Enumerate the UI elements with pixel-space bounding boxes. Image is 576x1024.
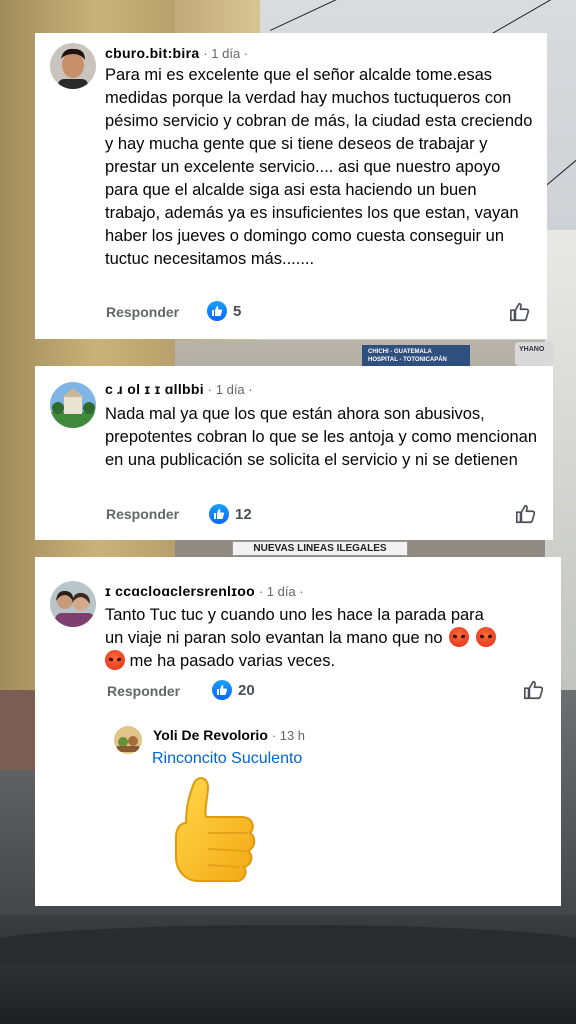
like-badge-icon — [207, 301, 227, 321]
avatar[interactable] — [50, 382, 96, 428]
comment-author[interactable]: ᴄburo.bit:bira — [105, 45, 199, 61]
reply-button[interactable]: Responder — [107, 683, 180, 699]
like-badge-icon — [209, 504, 229, 524]
comment-card: ᴄ ɹ ol ɪ ɪ ɑllbbi · 1 día · Nada mal ya … — [35, 366, 553, 540]
comment-text: Para mi es excelente que el señor alcald… — [105, 66, 533, 268]
reply-button[interactable]: Responder — [106, 506, 179, 522]
comment-time[interactable]: 1 día — [211, 46, 240, 61]
reply-author[interactable]: Yoli De Revolorio — [153, 727, 268, 743]
mention-link[interactable]: Rinconcito Suculento — [152, 750, 302, 768]
angry-emoji-icon — [449, 627, 470, 647]
avatar[interactable] — [50, 43, 96, 89]
reply-button[interactable]: Responder — [106, 304, 179, 320]
like-count[interactable]: 5 — [207, 301, 241, 321]
comment-author[interactable]: ɪ ccɑcloɑclersrenlɪoo — [105, 583, 255, 599]
shop-sign: YHANO — [515, 342, 553, 366]
avatar[interactable] — [50, 581, 96, 627]
like-count[interactable]: 20 — [212, 680, 255, 700]
comment-text: Tanto Tuc tuc y cuando uno les hace la p… — [105, 604, 555, 673]
reply-time[interactable]: 13 h — [280, 728, 305, 743]
like-outline-icon[interactable] — [509, 301, 531, 323]
like-outline-icon[interactable] — [523, 679, 545, 701]
thumbs-up-sticker-icon — [175, 777, 256, 882]
like-outline-icon[interactable] — [515, 503, 537, 525]
reply-avatar[interactable] — [114, 726, 142, 754]
angry-emoji-icon — [475, 627, 496, 647]
like-count[interactable]: 12 — [209, 504, 252, 524]
like-badge-icon — [212, 680, 232, 700]
street-sign: CHICHI - GUATEMALA HOSPITAL - TOTONICAPÁ… — [362, 345, 470, 367]
angry-emoji-icon — [105, 650, 125, 670]
comment-time[interactable]: 1 día — [267, 584, 296, 599]
comment-card: ɪ ccɑcloɑclersrenlɪoo · 1 día · Tanto Tu… — [35, 557, 561, 906]
comment-author[interactable]: ᴄ ɹ ol ɪ ɪ ɑllbbi — [105, 381, 204, 397]
comment-text: Nada mal ya que los que están ahora son … — [105, 405, 538, 469]
comment-time[interactable]: 1 día — [216, 382, 245, 397]
street-banner: NUEVAS LINEAS ILEGALES — [232, 541, 408, 556]
comment-card: ᴄburo.bit:bira · 1 día · Para mi es exce… — [35, 33, 547, 339]
